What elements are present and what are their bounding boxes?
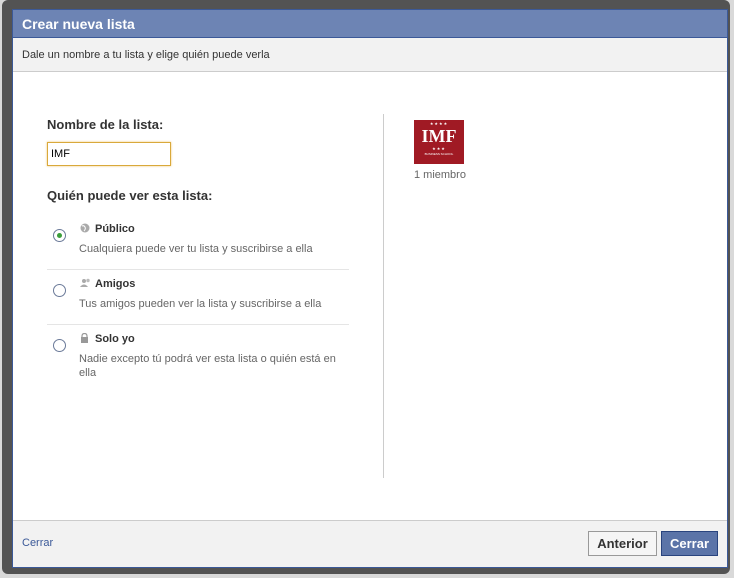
- column-divider: [383, 114, 384, 478]
- radio-friends[interactable]: [53, 284, 66, 297]
- option-public[interactable]: Público Cualquiera puede ver tu lista y …: [47, 223, 349, 267]
- option-only-me[interactable]: Solo yo Nadie excepto tú podrá ver esta …: [47, 332, 349, 391]
- dialog: Crear nueva lista Dale un nombre a tu li…: [12, 9, 728, 568]
- list-name-input[interactable]: [47, 142, 171, 166]
- radio-only-me[interactable]: [53, 339, 66, 352]
- dialog-footer: Cerrar Anterior Cerrar: [13, 520, 727, 567]
- previous-button[interactable]: Anterior: [588, 531, 657, 556]
- friends-icon: [80, 278, 90, 288]
- option-only-me-desc: Nadie excepto tú podrá ver esta lista o …: [79, 353, 336, 379]
- dialog-subtitle: Dale un nombre a tu lista y elige quién …: [13, 38, 727, 72]
- logo-text: IMF: [421, 126, 457, 146]
- visibility-label: Quién puede ver esta lista:: [47, 188, 213, 203]
- divider: [47, 324, 349, 325]
- divider: [47, 269, 349, 270]
- option-public-desc: Cualquiera puede ver tu lista y suscribi…: [79, 243, 313, 255]
- globe-icon: [80, 223, 90, 233]
- logo-tagline: BUSINESS SCHOOL: [424, 152, 454, 156]
- close-button[interactable]: Cerrar: [661, 531, 718, 556]
- dialog-title: Crear nueva lista: [13, 10, 727, 38]
- list-name-label: Nombre de la lista:: [47, 117, 164, 132]
- option-friends-desc: Tus amigos pueden ver la lista y suscrib…: [79, 298, 322, 310]
- dialog-frame: Crear nueva lista Dale un nombre a tu li…: [2, 0, 730, 574]
- member-avatar[interactable]: ★★★★ IMF ★★★ BUSINESS SCHOOL: [414, 120, 464, 164]
- member-count: 1 miembro: [414, 169, 466, 181]
- option-friends[interactable]: Amigos Tus amigos pueden ver la lista y …: [47, 278, 349, 322]
- option-friends-title: Amigos: [95, 278, 136, 290]
- logo-stars-bottom: ★★★: [432, 146, 446, 151]
- option-public-title: Público: [95, 223, 135, 235]
- lock-icon: [80, 332, 90, 343]
- close-link[interactable]: Cerrar: [22, 537, 53, 549]
- radio-public[interactable]: [53, 229, 66, 242]
- option-only-me-title: Solo yo: [95, 333, 135, 345]
- dialog-body: Nombre de la lista: Quién puede ver esta…: [13, 72, 727, 521]
